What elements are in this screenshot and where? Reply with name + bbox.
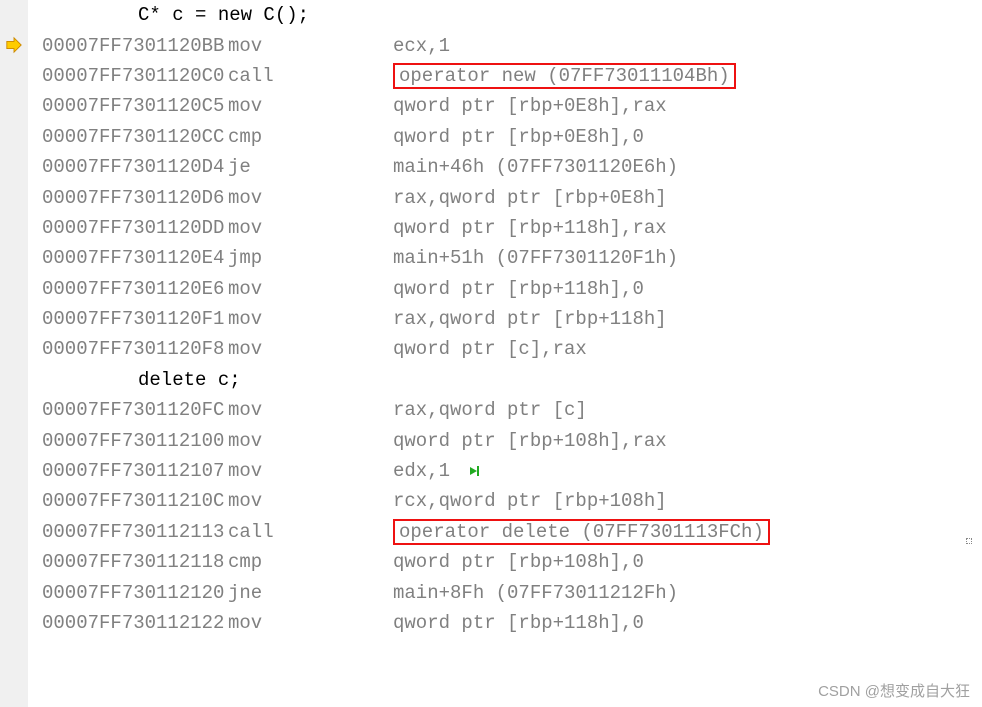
mnemonic: mov xyxy=(228,399,393,421)
mnemonic: jmp xyxy=(228,247,393,269)
asm-line[interactable]: 00007FF7301120FCmovrax,qword ptr [c] xyxy=(28,395,982,425)
operand: operator delete (07FF7301113FCh) xyxy=(393,519,770,545)
mnemonic: mov xyxy=(228,95,393,117)
asm-line[interactable]: 00007FF7301120C5movqword ptr [rbp+0E8h],… xyxy=(28,91,982,121)
address: 00007FF7301120BB xyxy=(28,35,228,57)
asm-line[interactable]: 00007FF7301120E4jmpmain+51h (07FF7301120… xyxy=(28,243,982,273)
mnemonic: call xyxy=(228,521,393,543)
operand: qword ptr [rbp+0E8h],0 xyxy=(393,126,644,148)
disassembly-view[interactable]: C* c = new C();00007FF7301120BBmovecx,10… xyxy=(28,0,982,638)
operand: edx,1 xyxy=(393,460,450,482)
address: 00007FF7301120E6 xyxy=(28,278,228,300)
address: 00007FF7301120D6 xyxy=(28,187,228,209)
breakpoint-gutter[interactable] xyxy=(0,0,28,707)
address: 00007FF7301120D4 xyxy=(28,156,228,178)
mnemonic: mov xyxy=(228,35,393,57)
asm-line[interactable]: 00007FF7301120CCcmpqword ptr [rbp+0E8h],… xyxy=(28,122,982,152)
mnemonic: mov xyxy=(228,187,393,209)
run-to-cursor-icon xyxy=(468,460,480,482)
mnemonic: je xyxy=(228,156,393,178)
address: 00007FF7301120F8 xyxy=(28,338,228,360)
mnemonic: cmp xyxy=(228,126,393,148)
asm-line[interactable]: 00007FF730112107movedx,1 xyxy=(28,456,982,486)
mnemonic: jne xyxy=(228,582,393,604)
asm-line[interactable]: 00007FF7301120D6movrax,qword ptr [rbp+0E… xyxy=(28,182,982,212)
mnemonic: mov xyxy=(228,308,393,330)
operand: main+51h (07FF7301120F1h) xyxy=(393,247,678,269)
address: 00007FF730112122 xyxy=(28,612,228,634)
operand: operator new (07FF73011104Bh) xyxy=(393,63,736,89)
asm-line[interactable]: 00007FF7301120C0calloperator new (07FF73… xyxy=(28,61,982,91)
mnemonic: call xyxy=(228,65,393,87)
operand: rax,qword ptr [rbp+118h] xyxy=(393,308,667,330)
mnemonic: mov xyxy=(228,338,393,360)
watermark-text: CSDN @想变成自大狂 xyxy=(818,680,970,701)
operand: qword ptr [rbp+118h],rax xyxy=(393,217,667,239)
address: 00007FF7301120CC xyxy=(28,126,228,148)
mnemonic: mov xyxy=(228,278,393,300)
operand: qword ptr [rbp+118h],0 xyxy=(393,612,644,634)
address: 00007FF7301120C0 xyxy=(28,65,228,87)
asm-line[interactable]: 00007FF7301120BBmovecx,1 xyxy=(28,30,982,60)
address: 00007FF730112100 xyxy=(28,430,228,452)
source-line[interactable]: C* c = new C(); xyxy=(28,0,982,30)
source-code-text: delete c; xyxy=(28,369,241,391)
asm-line[interactable]: 00007FF7301120DDmovqword ptr [rbp+118h],… xyxy=(28,213,982,243)
mnemonic: mov xyxy=(228,612,393,634)
operand: rax,qword ptr [rbp+0E8h] xyxy=(393,187,667,209)
asm-line[interactable]: 00007FF730112113calloperator delete (07F… xyxy=(28,517,982,547)
asm-line[interactable]: 00007FF7301120F8movqword ptr [c],rax xyxy=(28,334,982,364)
address: 00007FF730112120 xyxy=(28,582,228,604)
mnemonic: mov xyxy=(228,217,393,239)
address: 00007FF7301120DD xyxy=(28,217,228,239)
operand: ecx,1 xyxy=(393,35,450,57)
address: 00007FF7301120FC xyxy=(28,399,228,421)
asm-line[interactable]: 00007FF7301120D4jemain+46h (07FF7301120E… xyxy=(28,152,982,182)
asm-line[interactable]: 00007FF730112118cmpqword ptr [rbp+108h],… xyxy=(28,547,982,577)
asm-line[interactable]: 00007FF73011210Cmovrcx,qword ptr [rbp+10… xyxy=(28,486,982,516)
asm-line[interactable]: 00007FF7301120F1movrax,qword ptr [rbp+11… xyxy=(28,304,982,334)
address: 00007FF730112118 xyxy=(28,551,228,573)
edit-marker xyxy=(966,538,972,544)
current-instruction-arrow-icon xyxy=(0,36,28,56)
mnemonic: cmp xyxy=(228,551,393,573)
address: 00007FF730112113 xyxy=(28,521,228,543)
mnemonic: mov xyxy=(228,490,393,512)
operand: rax,qword ptr [c] xyxy=(393,399,587,421)
address: 00007FF730112107 xyxy=(28,460,228,482)
operand: qword ptr [rbp+118h],0 xyxy=(393,278,644,300)
mnemonic: mov xyxy=(228,460,393,482)
asm-line[interactable]: 00007FF730112100movqword ptr [rbp+108h],… xyxy=(28,425,982,455)
operand: main+46h (07FF7301120E6h) xyxy=(393,156,678,178)
asm-line[interactable]: 00007FF7301120E6movqword ptr [rbp+118h],… xyxy=(28,274,982,304)
source-line[interactable]: delete c; xyxy=(28,365,982,395)
mnemonic: mov xyxy=(228,430,393,452)
address: 00007FF73011210C xyxy=(28,490,228,512)
operand: qword ptr [rbp+0E8h],rax xyxy=(393,95,667,117)
asm-line[interactable]: 00007FF730112120jnemain+8Fh (07FF7301121… xyxy=(28,577,982,607)
source-code-text: C* c = new C(); xyxy=(28,4,309,26)
operand: qword ptr [rbp+108h],rax xyxy=(393,430,667,452)
operand: qword ptr [rbp+108h],0 xyxy=(393,551,644,573)
operand: rcx,qword ptr [rbp+108h] xyxy=(393,490,667,512)
address: 00007FF7301120E4 xyxy=(28,247,228,269)
operand: qword ptr [c],rax xyxy=(393,338,587,360)
operand: main+8Fh (07FF73011212Fh) xyxy=(393,582,678,604)
asm-line[interactable]: 00007FF730112122movqword ptr [rbp+118h],… xyxy=(28,608,982,638)
address: 00007FF7301120C5 xyxy=(28,95,228,117)
address: 00007FF7301120F1 xyxy=(28,308,228,330)
